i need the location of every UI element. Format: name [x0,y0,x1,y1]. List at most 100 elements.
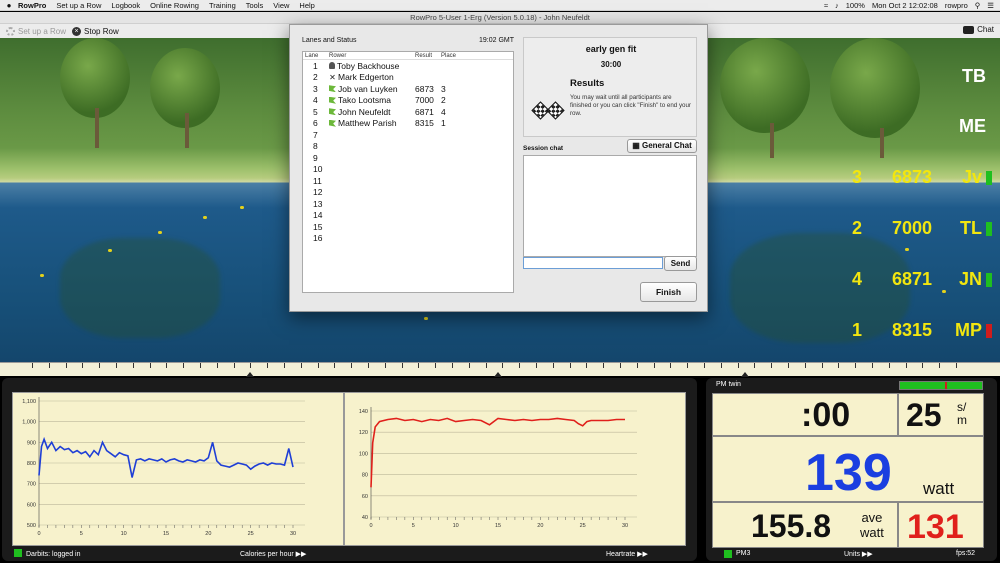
menu-logbook[interactable]: Logbook [111,1,140,10]
apple-icon[interactable]: ● [0,1,18,10]
menu-view[interactable]: View [273,1,289,10]
track-tick [132,363,134,368]
tree [830,38,920,138]
chat-message-input[interactable] [523,257,663,269]
lane-number: 9 [313,152,318,163]
y-tick-label: 700 [27,482,36,488]
session-name: early gen fit [585,44,637,54]
track-tick [603,363,605,368]
lane-number: 8 [313,141,318,152]
lane-row[interactable]: 2 ✕ Mark Edgerton [303,72,513,84]
track-tick [233,363,235,368]
scoreboard-place: 3 [851,167,862,187]
send-button[interactable]: Send [664,256,697,271]
menu-training[interactable]: Training [209,1,236,10]
finish-button[interactable]: Finish [640,282,697,302]
track-tick [720,363,722,368]
user-label[interactable]: rowpro [945,1,968,10]
flag-icon [329,96,336,104]
y-tick-label: 40 [362,515,368,521]
lane-row[interactable]: 6 Matthew Parish 8315 1 [303,118,513,130]
x-tick-label: 10 [453,523,459,529]
lane-row[interactable]: 5 John Neufeldt 6871 4 [303,106,513,118]
lane-number: 16 [313,233,323,244]
heartrate-graph: 40 60 80 100 120 140 0 5 10 15 20 25 30 [344,392,686,546]
track-tick [418,363,420,368]
scoreboard-status-bar [986,221,992,236]
buoy [40,274,44,277]
menu-online-rowing[interactable]: Online Rowing [150,1,199,10]
lane-rower: Matthew Parish [329,118,415,128]
results-title: Results [570,78,605,89]
lane-rower: Job van Luyken [329,84,415,94]
x-tick-label: 0 [369,523,372,529]
rower-name: Job van Luyken [338,83,398,94]
scoreboard-abbr: MP [955,320,982,340]
lane-row[interactable]: 9 [303,152,513,164]
col-result: Result [415,52,433,59]
fps-label: fps:52 [956,550,976,557]
calories-graph-selector[interactable]: Calories per hour ▶▶ [240,550,306,558]
menu-help[interactable]: Help [299,1,314,10]
general-chat-button[interactable]: ▦ General Chat [627,139,697,153]
track-tick [267,363,269,368]
setup-row-label: Set up a Row [18,26,67,36]
setup-row-button[interactable]: Set up a Row [6,26,67,36]
track-tick [956,363,957,368]
track-tick [502,363,504,368]
tree-reflection [60,238,220,338]
list-icon[interactable]: ☰ [987,1,994,10]
series-line [370,417,625,488]
wifi-icon[interactable]: ≈ [824,1,828,10]
y-tick-label: 100 [359,451,368,457]
stop-row-button[interactable]: × Stop Row [72,26,119,36]
lane-result: 8315 [415,118,434,129]
track-tick [888,363,890,368]
lane-number: 2 [313,72,318,83]
lane-row[interactable]: 4 Tako Lootsma 7000 2 [303,95,513,107]
lane-row[interactable]: 14 [303,210,513,222]
session-duration: 30:00 [600,60,622,69]
units-label: Units [844,551,860,558]
spm-cell: 25 s/ m [898,393,984,436]
search-icon[interactable]: ⚲ [975,1,981,10]
y-tick-label: 600 [27,502,36,508]
lane-row[interactable]: 15 [303,221,513,233]
lane-row[interactable]: 12 [303,187,513,199]
menu-app-name[interactable]: RowPro [18,1,46,10]
heartrate-graph-selector[interactable]: Heartrate ▶▶ [606,550,648,558]
lane-rower: ✕ Mark Edgerton [329,72,415,82]
track-tick [116,363,117,368]
track-tick [284,363,285,368]
lane-row[interactable]: 8 [303,141,513,153]
chat-button[interactable]: Chat [963,25,994,34]
spm-unit: s/ m [957,400,967,427]
volume-icon[interactable]: ♪ [835,1,839,10]
scoreboard-initials: TB [962,66,986,86]
watts-unit: watt [923,479,955,498]
lane-row[interactable]: 7 [303,129,513,141]
general-chat-label: General Chat [642,141,692,150]
track-tick [82,363,84,368]
lane-row[interactable]: 11 [303,175,513,187]
lane-row[interactable]: 13 [303,198,513,210]
lane-number: 14 [313,210,323,221]
session-chat-log[interactable] [523,155,697,257]
units-selector[interactable]: Units ▶▶ [844,550,873,558]
flag-icon [329,119,336,127]
lane-row[interactable]: 3 Job van Luyken 6873 3 [303,83,513,95]
menu-tools[interactable]: Tools [246,1,264,10]
rower-name: John Neufeldt [338,106,391,117]
lane-row[interactable]: 16 [303,233,513,245]
chat-icon: ▦ [632,141,640,150]
battery-label[interactable]: 100% [846,1,865,10]
darbits-status-icon [14,549,22,557]
menu-setup-row[interactable]: Set up a Row [56,1,101,10]
track-tick [452,363,453,368]
clock-label[interactable]: Mon Oct 2 12:02:08 [872,1,938,10]
track-tick [519,363,521,368]
lane-row[interactable]: 1 Toby Backhouse [303,60,513,72]
lane-row[interactable]: 10 [303,164,513,176]
time-value: :00 [801,396,851,434]
scoreboard-row: 2 7000 TL [832,218,992,239]
